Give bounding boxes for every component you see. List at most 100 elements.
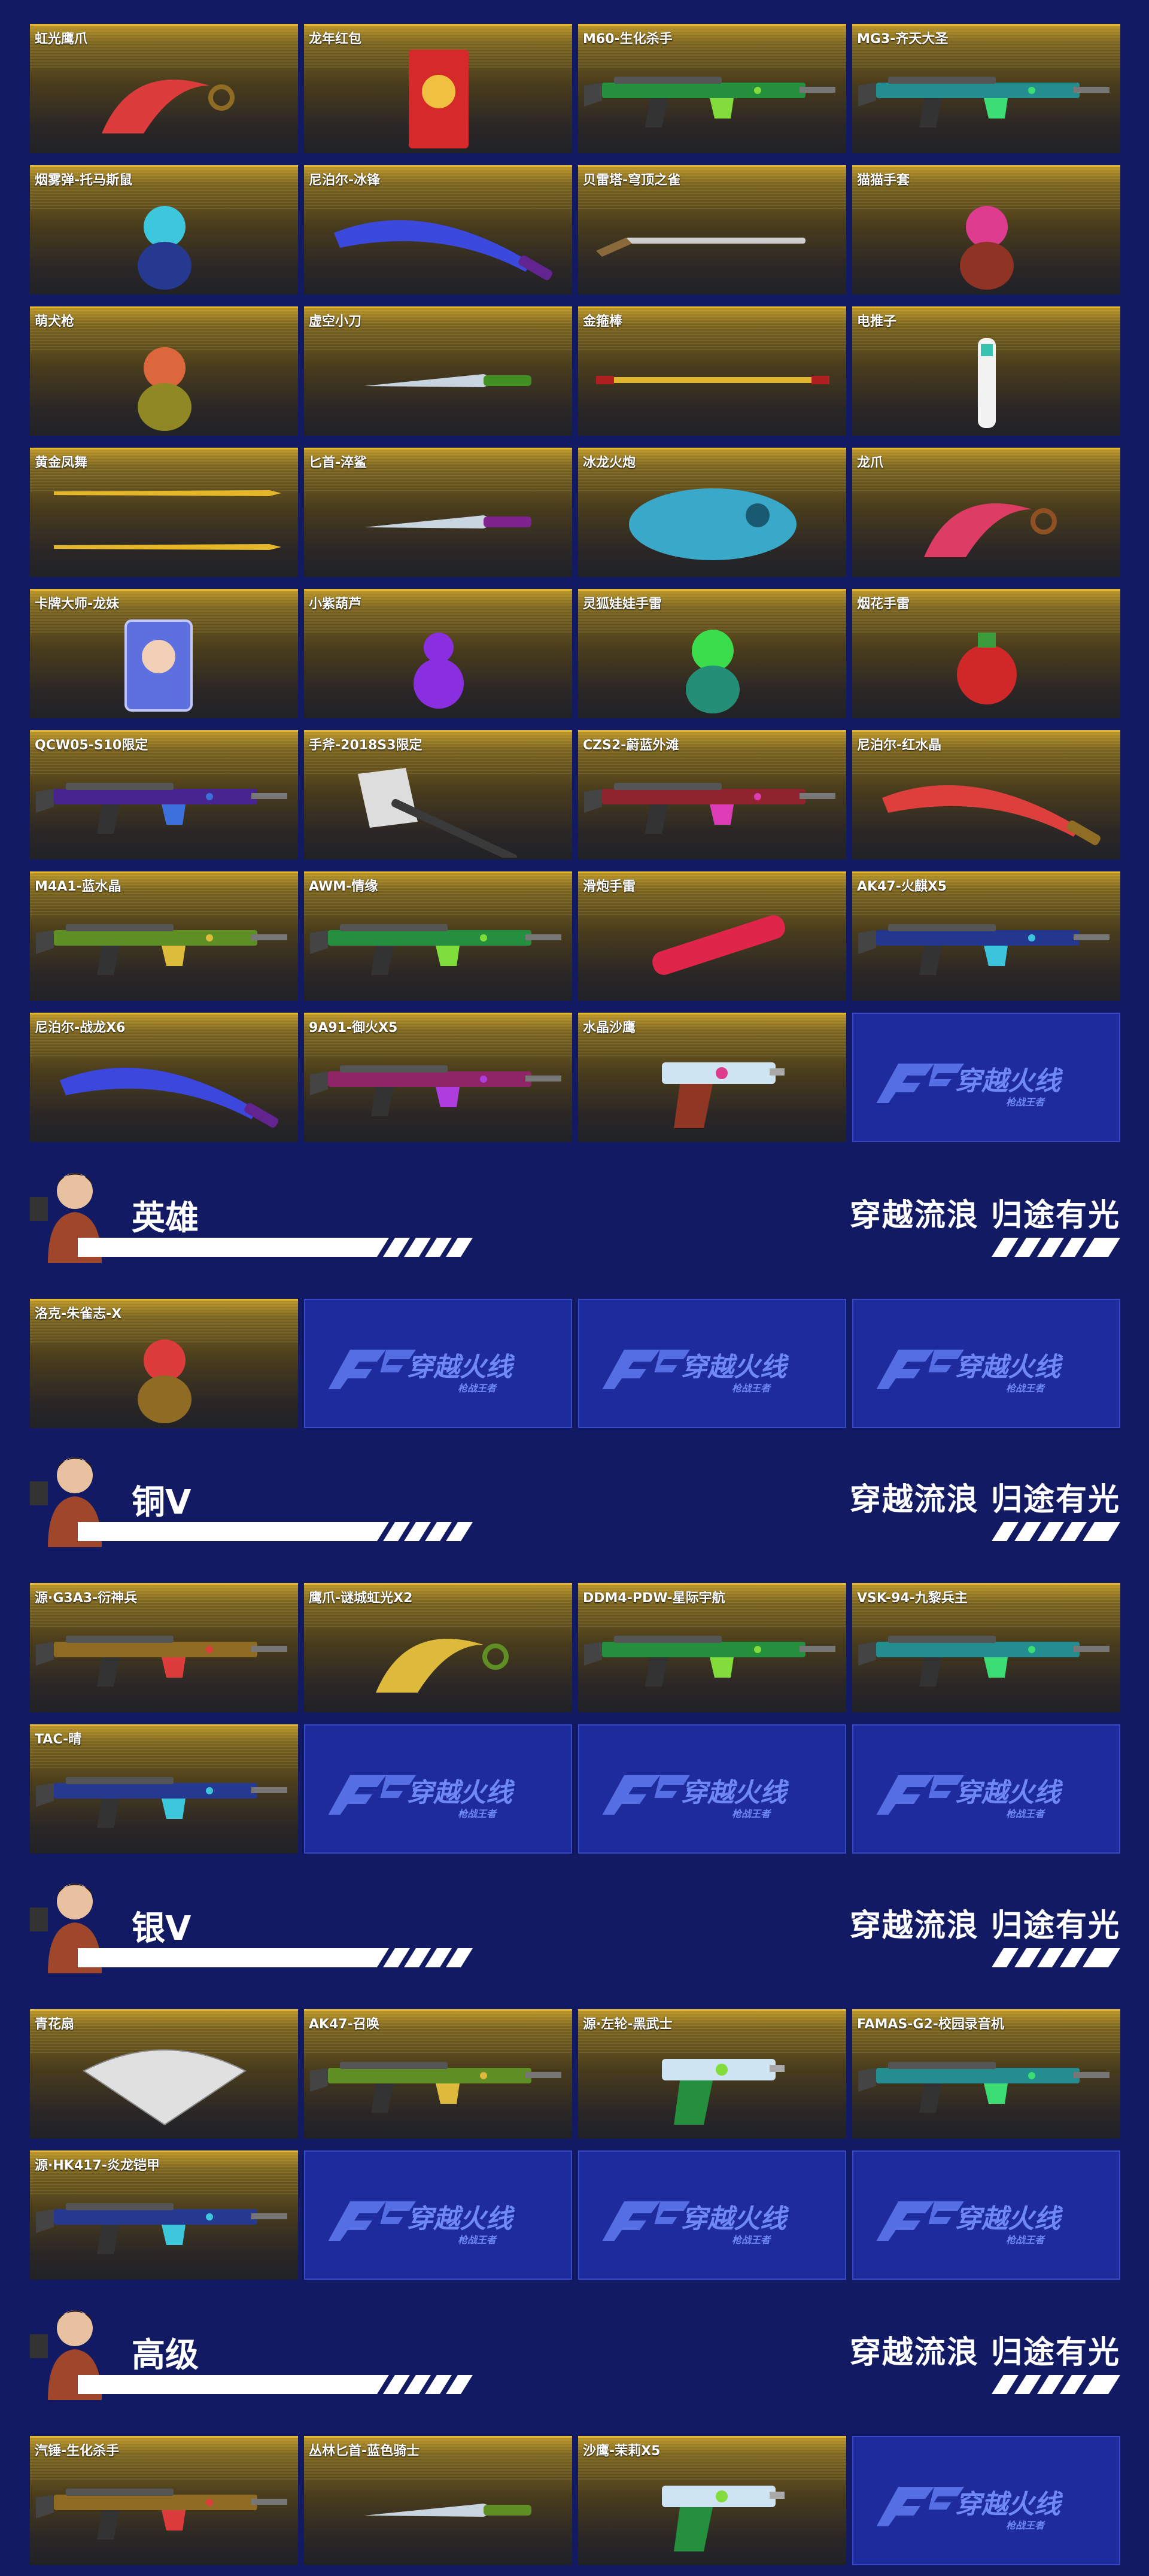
item-name: 电推子 [857, 314, 897, 329]
top-item-card[interactable]: 滑炮手雷 [578, 871, 846, 1001]
axe-icon [304, 756, 572, 859]
section-logo-card: 穿越火线 枪战王者 [852, 1724, 1120, 1854]
svg-text:枪战王者: 枪战王者 [732, 2234, 772, 2246]
top-item-card[interactable]: AK47-火麒X5 [852, 871, 1120, 1001]
cf-logo-icon: 穿越火线 枪战王者 [305, 2165, 571, 2267]
top-item-card[interactable]: 烟雾弹-托马斯鼠 [30, 165, 298, 294]
section-item-card[interactable]: 源·G3A3-衍神兵 [30, 1583, 298, 1712]
top-item-card[interactable]: 虹光鹰爪 [30, 24, 298, 153]
smg-icon [30, 756, 298, 858]
section-underline-bar [78, 2375, 473, 2394]
top-item-card[interactable]: QCW05-S10限定 [30, 730, 298, 859]
top-item-card[interactable]: 9A91-御火X5 [304, 1013, 572, 1142]
top-item-card[interactable]: 匕首-淬鲨 [304, 448, 572, 577]
item-name: 源·左轮-黑武士 [583, 2017, 673, 2032]
firework-grenade-icon [852, 615, 1120, 716]
item-name: 尼泊尔-红水晶 [857, 738, 942, 753]
rifle-icon [304, 2035, 572, 2137]
item-name: 手斧-2018S3限定 [309, 738, 422, 753]
dog-gun-icon [30, 332, 298, 434]
section-item-card[interactable]: 沙鹰-茉莉X5 [578, 2436, 846, 2565]
knife-icon [304, 332, 572, 434]
top-logo-card: 穿越火线 枪战王者 [852, 1013, 1120, 1142]
top-item-card[interactable]: 贝雷塔-穹顶之雀 [578, 165, 846, 294]
section-item-card[interactable]: AK47-召唤 [304, 2009, 572, 2138]
top-item-card[interactable]: CZS2-蔚蓝外滩 [578, 730, 846, 859]
svg-text:穿越火线: 穿越火线 [681, 1778, 789, 1808]
top-item-card[interactable]: 冰龙火炮 [578, 448, 846, 577]
section-item-card[interactable]: 鹰爪-谜城虹光X2 [304, 1583, 572, 1712]
section-slogan: 穿越流浪 归途有光 [849, 1908, 1120, 1944]
revolver-icon [578, 2035, 846, 2137]
item-name: 烟雾弹-托马斯鼠 [35, 173, 133, 188]
fire-stick-icon [578, 897, 846, 999]
karambit-icon [30, 50, 298, 151]
section-item-card[interactable]: 汽锤-生化杀手 [30, 2436, 298, 2565]
top-item-card[interactable]: 水晶沙鹰 [578, 1013, 846, 1142]
top-item-card[interactable]: 尼泊尔-红水晶 [852, 730, 1120, 859]
svg-text:穿越火线: 穿越火线 [955, 1778, 1063, 1808]
rifle-icon [30, 2176, 298, 2278]
item-name: 小紫葫芦 [309, 597, 362, 612]
top-item-card[interactable]: 虚空小刀 [304, 306, 572, 436]
item-name: 金箍棒 [583, 314, 623, 329]
item-name: DDM4-PDW-星际宇航 [583, 1591, 725, 1606]
top-item-card[interactable]: 灵狐娃娃手雷 [578, 589, 846, 718]
item-name: 灵狐娃娃手雷 [583, 597, 662, 612]
dagger-icon [304, 473, 572, 575]
top-item-card[interactable]: 尼泊尔-冰锋 [304, 165, 572, 294]
section-stripe-bar [992, 1238, 1120, 1257]
rifle-icon [852, 2035, 1120, 2137]
section-item-card[interactable]: TAC-晴 [30, 1724, 298, 1854]
item-name: 汽锤-生化杀手 [35, 2444, 120, 2459]
svg-text:枪战王者: 枪战王者 [1006, 2520, 1046, 2531]
section-item-card[interactable]: 洛克-朱雀志-X [30, 1299, 298, 1428]
top-item-card[interactable]: 萌犬枪 [30, 306, 298, 436]
item-name: 虹光鹰爪 [35, 32, 88, 47]
top-item-card[interactable]: 尼泊尔-战龙X6 [30, 1013, 298, 1142]
section-item-card[interactable]: 青花扇 [30, 2009, 298, 2138]
top-item-card[interactable]: 金箍棒 [578, 306, 846, 436]
top-item-card[interactable]: 手斧-2018S3限定 [304, 730, 572, 859]
top-item-card[interactable]: AWM-情缘 [304, 871, 572, 1001]
top-item-card[interactable]: 黄金凤舞 [30, 448, 298, 577]
item-name: AK47-火麒X5 [857, 879, 947, 894]
svg-text:枪战王者: 枪战王者 [458, 1383, 498, 1394]
top-item-card[interactable]: M60-生化杀手 [578, 24, 846, 153]
cf-logo-icon: 穿越火线 枪战王者 [579, 1314, 845, 1415]
top-item-card[interactable]: 烟花手雷 [852, 589, 1120, 718]
cf-logo-icon: 穿越火线 枪战王者 [853, 1028, 1119, 1129]
section-item-card[interactable]: DDM4-PDW-星际宇航 [578, 1583, 846, 1712]
top-item-card[interactable]: 小紫葫芦 [304, 589, 572, 718]
machine-gun-icon [852, 50, 1120, 151]
top-item-card[interactable]: 卡牌大师-龙妹 [30, 589, 298, 718]
top-item-card[interactable]: 龙爪 [852, 448, 1120, 577]
fan-icon [30, 2035, 298, 2137]
section-item-card[interactable]: 源·HK417-炎龙铠甲 [30, 2150, 298, 2280]
doll-icon [578, 615, 846, 716]
svg-text:穿越火线: 穿越火线 [955, 2489, 1063, 2520]
item-grid-silver-v: 青花扇 AK47-召唤 源·左轮-黑武士 FAMAS-G2-校园录音机 源·HK… [30, 2009, 1120, 2280]
shotgun-icon [578, 191, 846, 293]
top-item-card[interactable]: M4A1-蓝水晶 [30, 871, 298, 1001]
svg-text:穿越火线: 穿越火线 [681, 1352, 789, 1383]
dagger-icon [304, 2462, 572, 2563]
top-item-card[interactable]: 电推子 [852, 306, 1120, 436]
top-item-card[interactable]: 龙年红包 [304, 24, 572, 153]
section-item-card[interactable]: VSK-94-九黎兵主 [852, 1583, 1120, 1712]
rifle-icon [852, 1609, 1120, 1711]
svg-text:枪战王者: 枪战王者 [1006, 2234, 1046, 2246]
item-name: 9A91-御火X5 [309, 1020, 398, 1035]
section-item-card[interactable]: 源·左轮-黑武士 [578, 2009, 846, 2138]
cf-logo-icon: 穿越火线 枪战王者 [853, 1739, 1119, 1841]
kukri-icon [304, 191, 572, 293]
section-item-card[interactable]: 丛林匕首-蓝色骑士 [304, 2436, 572, 2565]
smg-icon [304, 1038, 572, 1140]
item-name: 尼泊尔-冰锋 [309, 173, 381, 188]
item-grid-bronze-v: 源·G3A3-衍神兵 鹰爪-谜城虹光X2 DDM4-PDW-星际宇航 VSK-9… [30, 1583, 1120, 1854]
section-item-card[interactable]: FAMAS-G2-校园录音机 [852, 2009, 1120, 2138]
top-item-card[interactable]: 猫猫手套 [852, 165, 1120, 294]
golden-spears-icon [30, 473, 298, 575]
top-item-card[interactable]: MG3-齐天大圣 [852, 24, 1120, 153]
section-logo-card: 穿越火线 枪战王者 [852, 2436, 1120, 2565]
